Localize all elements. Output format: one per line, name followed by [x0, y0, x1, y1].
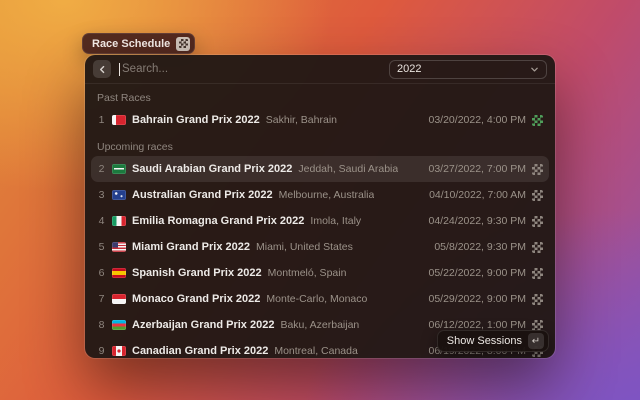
australia-flag-icon — [112, 190, 126, 200]
race-datetime: 04/24/2022, 9:30 PM — [429, 215, 527, 227]
section-header: Past Races — [85, 84, 555, 107]
monaco-flag-icon — [112, 294, 126, 304]
race-datetime: 04/10/2022, 7:00 AM — [429, 189, 526, 201]
race-schedule-window: Search... 2022 Past Races 1 Bahrain Grand … — [85, 55, 555, 358]
race-location: Imola, Italy — [310, 215, 361, 227]
saudi-arabia-flag-icon — [112, 164, 126, 174]
race-row[interactable]: 6 Spanish Grand Prix 2022 Montmeló, Spain 0… — [91, 260, 549, 286]
year-dropdown-value: 2022 — [397, 63, 421, 75]
search-bar: Search... 2022 — [85, 55, 555, 83]
race-location: Baku, Azerbaijan — [280, 319, 359, 331]
race-index: 6 — [97, 267, 106, 279]
race-title: Australian Grand Prix 2022 — [132, 189, 273, 201]
bahrain-flag-icon — [112, 115, 126, 125]
checkered-flag-icon — [532, 242, 543, 253]
azerbaijan-flag-icon — [112, 320, 126, 330]
checkered-flag-icon — [532, 190, 543, 201]
race-location: Montmeló, Spain — [268, 267, 347, 279]
text-caret — [119, 63, 120, 76]
race-datetime: 03/20/2022, 4:00 PM — [429, 114, 527, 126]
race-row[interactable]: 1 Bahrain Grand Prix 2022 Sakhir, Bahrain 0… — [91, 107, 549, 133]
chevron-down-icon — [530, 65, 539, 74]
search-input[interactable]: Search... — [119, 63, 381, 76]
race-index: 5 — [97, 241, 106, 253]
italy-flag-icon — [112, 216, 126, 226]
race-title: Miami Grand Prix 2022 — [132, 241, 250, 253]
race-location: Jeddah, Saudi Arabia — [298, 163, 398, 175]
race-row[interactable]: 7 Monaco Grand Prix 2022 Monte-Carlo, Mona… — [91, 286, 549, 312]
race-row[interactable]: 2 Saudi Arabian Grand Prix 2022 Jeddah, Sa… — [91, 156, 549, 182]
race-index: 7 — [97, 293, 106, 305]
show-sessions-button[interactable]: Show Sessions ↵ — [437, 330, 549, 352]
race-location: Sakhir, Bahrain — [266, 114, 337, 126]
usa-flag-icon — [112, 242, 126, 252]
race-index: 2 — [97, 163, 106, 175]
race-location: Melbourne, Australia — [279, 189, 375, 201]
race-location: Miami, United States — [256, 241, 353, 253]
desktop-background: Race Schedule Search... 2022 Past Races1… — [0, 0, 640, 400]
race-title: Saudi Arabian Grand Prix 2022 — [132, 163, 292, 175]
race-index: 1 — [97, 114, 106, 126]
section-header: Upcoming races — [85, 133, 555, 156]
checkered-flag-icon — [532, 320, 543, 331]
race-location: Monte-Carlo, Monaco — [266, 293, 367, 305]
race-title: Bahrain Grand Prix 2022 — [132, 114, 260, 126]
race-title: Spanish Grand Prix 2022 — [132, 267, 262, 279]
race-row[interactable]: 4 Emilia Romagna Grand Prix 2022 Imola, It… — [91, 208, 549, 234]
race-row[interactable]: 5 Miami Grand Prix 2022 Miami, United Stat… — [91, 234, 549, 260]
race-title: Azerbaijan Grand Prix 2022 — [132, 319, 274, 331]
race-datetime: 03/27/2022, 7:00 PM — [429, 163, 527, 175]
race-index: 3 — [97, 189, 106, 201]
race-row[interactable]: 3 Australian Grand Prix 2022 Melbourne, Au… — [91, 182, 549, 208]
search-placeholder: Search... — [122, 63, 168, 75]
race-title: Monaco Grand Prix 2022 — [132, 293, 260, 305]
chevron-left-icon — [98, 65, 107, 74]
race-datetime: 05/29/2022, 9:00 PM — [429, 293, 527, 305]
race-location: Montreal, Canada — [274, 345, 357, 357]
race-datetime: 05/8/2022, 9:30 PM — [434, 241, 526, 253]
canada-flag-icon — [112, 346, 126, 356]
checkered-flag-icon — [176, 37, 190, 51]
enter-key-icon: ↵ — [528, 333, 544, 349]
command-toast-label: Race Schedule — [92, 38, 170, 50]
race-title: Emilia Romagna Grand Prix 2022 — [132, 215, 304, 227]
back-button[interactable] — [93, 60, 111, 78]
race-index: 4 — [97, 215, 106, 227]
year-dropdown[interactable]: 2022 — [389, 60, 547, 79]
checkered-flag-icon — [532, 294, 543, 305]
command-toast[interactable]: Race Schedule — [82, 33, 195, 54]
race-index: 9 — [97, 345, 106, 357]
race-index: 8 — [97, 319, 106, 331]
checkered-flag-icon — [532, 216, 543, 227]
checkered-flag-icon — [532, 164, 543, 175]
spain-flag-icon — [112, 268, 126, 278]
show-sessions-label: Show Sessions — [447, 335, 522, 347]
race-datetime: 05/22/2022, 9:00 PM — [429, 267, 527, 279]
race-list: Past Races 1 Bahrain Grand Prix 2022 Sakhir… — [85, 84, 555, 358]
checkered-flag-icon — [532, 268, 543, 279]
race-title: Canadian Grand Prix 2022 — [132, 345, 268, 357]
checkered-flag-icon — [532, 115, 543, 126]
